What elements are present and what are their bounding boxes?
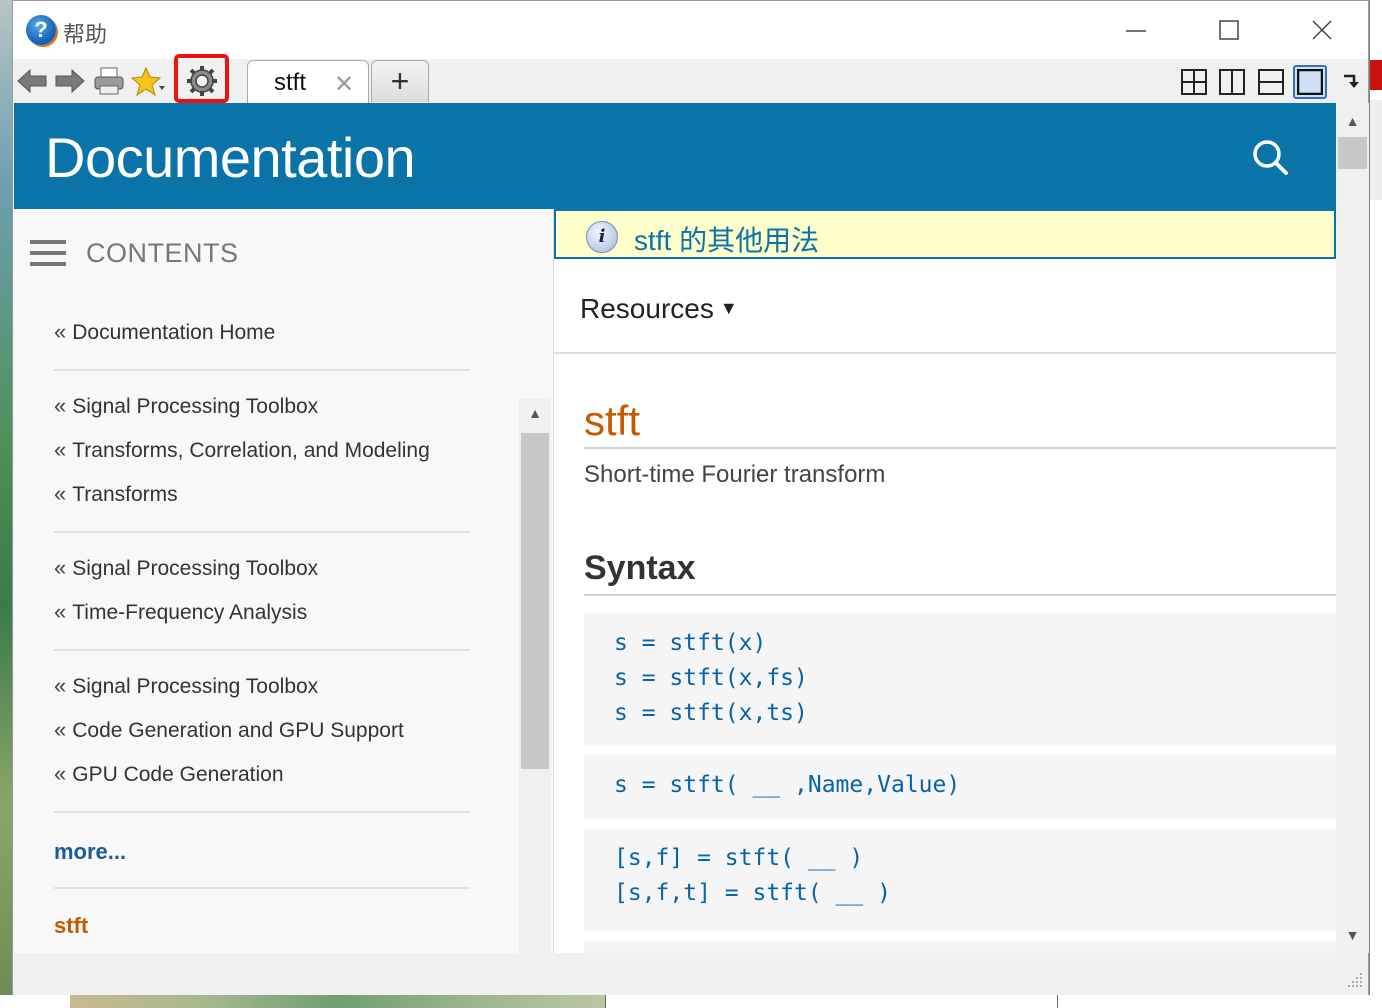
contents-toggle[interactable]: CONTENTS [30, 237, 239, 269]
documentation-title[interactable]: Documentation [45, 125, 416, 190]
new-tab-button[interactable]: + [371, 60, 429, 102]
scroll-up-arrow-icon[interactable]: ▲ [519, 405, 551, 421]
status-bar [13, 953, 1368, 995]
help-app-icon: ? [26, 15, 56, 45]
syntax-code-block: [s,f] = stft( __ ) [s,f,t] = stft( __ ) [584, 829, 1336, 931]
tab-close-icon[interactable]: ✕ [334, 70, 354, 99]
caret-down-icon: ▼ [719, 298, 738, 318]
doc-main: i stft 的其他用法 Resources ▼ stft Short-time … [554, 209, 1336, 953]
nav-item-gpu-code-generation[interactable]: «GPU Code Generation [54, 761, 284, 787]
sidebar-scroll-thumb[interactable] [521, 433, 549, 769]
forward-arrow-icon[interactable] [53, 65, 87, 97]
nav-item-documentation-home[interactable]: «Documentation Home [54, 319, 275, 345]
print-icon[interactable] [92, 65, 126, 97]
current-page-item: stft [54, 913, 89, 938]
notice-link[interactable]: stft 的其他用法 [634, 219, 819, 259]
nav-item-code-generation-gpu-support[interactable]: «Code Generation and GPU Support [54, 717, 404, 743]
minimize-icon[interactable] [1113, 11, 1159, 49]
resize-grip-icon[interactable] [1342, 969, 1364, 991]
info-icon: i [586, 221, 618, 253]
syntax-code-block: s = stft( __ ,Name,Value) [584, 755, 1336, 819]
nav-divider [54, 369, 470, 371]
desktop-background-bottom [0, 995, 1382, 1008]
nav-item-transforms[interactable]: «Transforms [54, 481, 178, 507]
close-icon[interactable] [1299, 11, 1345, 49]
nav-item-transforms-correlation-modeling[interactable]: «Transforms, Correlation, and Modeling [54, 437, 430, 463]
syntax-code-block: s = stft(x) s = stft(x,fs) s = stft(x,ts… [584, 613, 1336, 745]
split-vertical-icon[interactable] [1215, 65, 1249, 99]
back-arrow-icon[interactable] [15, 65, 49, 97]
undock-arrow-icon[interactable] [1336, 65, 1366, 99]
more-link[interactable]: more... [54, 839, 126, 865]
code-line: s = stft( __ ,Name,Value) [614, 772, 961, 798]
contents-heading: CONTENTS [86, 237, 239, 268]
tab-label: stft [274, 69, 307, 96]
settings-highlight-box [174, 54, 229, 103]
nav-item-signal-processing-toolbox[interactable]: «Signal Processing Toolbox [54, 555, 318, 581]
tile-grid-icon[interactable] [1177, 65, 1211, 99]
nav-item-signal-processing-toolbox[interactable]: «Signal Processing Toolbox [54, 393, 318, 419]
hamburger-menu-icon[interactable] [30, 238, 66, 268]
scroll-up-arrow-icon[interactable]: ▲ [1336, 113, 1369, 129]
scroll-down-arrow-icon[interactable]: ▼ [1336, 927, 1369, 943]
syntax-code-block [584, 941, 1336, 953]
nav-divider [54, 811, 470, 813]
divider [554, 352, 1336, 354]
code-line: s = stft(x,fs) [614, 665, 808, 691]
nav-divider [54, 531, 470, 533]
nav-item-signal-processing-toolbox[interactable]: «Signal Processing Toolbox [54, 673, 318, 699]
title-bar: ? 帮助 [13, 1, 1368, 59]
split-horizontal-icon[interactable] [1254, 65, 1288, 99]
help-window: ? 帮助 stft ✕ + Documentation CONTENTS « D… [12, 0, 1369, 995]
function-description: Short-time Fourier transform [584, 461, 886, 488]
main-scroll-thumb[interactable] [1338, 137, 1367, 169]
divider [584, 594, 1336, 596]
contents-sidebar: CONTENTS «Documentation Home «Signal Pro… [14, 209, 554, 953]
code-line: s = stft(x,ts) [614, 700, 808, 726]
divider [584, 447, 1336, 449]
code-line: [s,f,t] = stft( __ ) [614, 880, 891, 906]
sidebar-scrollbar[interactable]: ▲ ▼ [519, 399, 551, 953]
code-line: s = stft(x) [614, 630, 767, 656]
maximize-icon[interactable] [1206, 11, 1252, 49]
desktop-background-right [1370, 0, 1382, 1008]
syntax-heading: Syntax [584, 549, 696, 587]
nav-item-time-frequency-analysis[interactable]: «Time-Frequency Analysis [54, 599, 307, 625]
nav-divider [54, 649, 470, 651]
function-title: stft [584, 397, 641, 444]
window-title: 帮助 [63, 22, 108, 47]
resources-label: Resources [580, 293, 714, 324]
code-line: [s,f] = stft( __ ) [614, 845, 864, 871]
other-uses-notice[interactable]: i stft 的其他用法 [554, 209, 1336, 259]
help-content: Documentation CONTENTS «Documentation Ho… [14, 103, 1336, 953]
documentation-header: Documentation [14, 103, 1336, 209]
tab-stft[interactable]: stft ✕ [247, 60, 369, 104]
nav-divider [54, 887, 470, 889]
resources-dropdown[interactable]: Resources ▼ [580, 293, 738, 325]
main-scrollbar[interactable]: ▲ ▼ [1336, 103, 1369, 953]
single-pane-icon[interactable] [1293, 65, 1327, 99]
favorites-star-icon[interactable] [131, 65, 165, 97]
search-icon[interactable] [1250, 137, 1290, 177]
